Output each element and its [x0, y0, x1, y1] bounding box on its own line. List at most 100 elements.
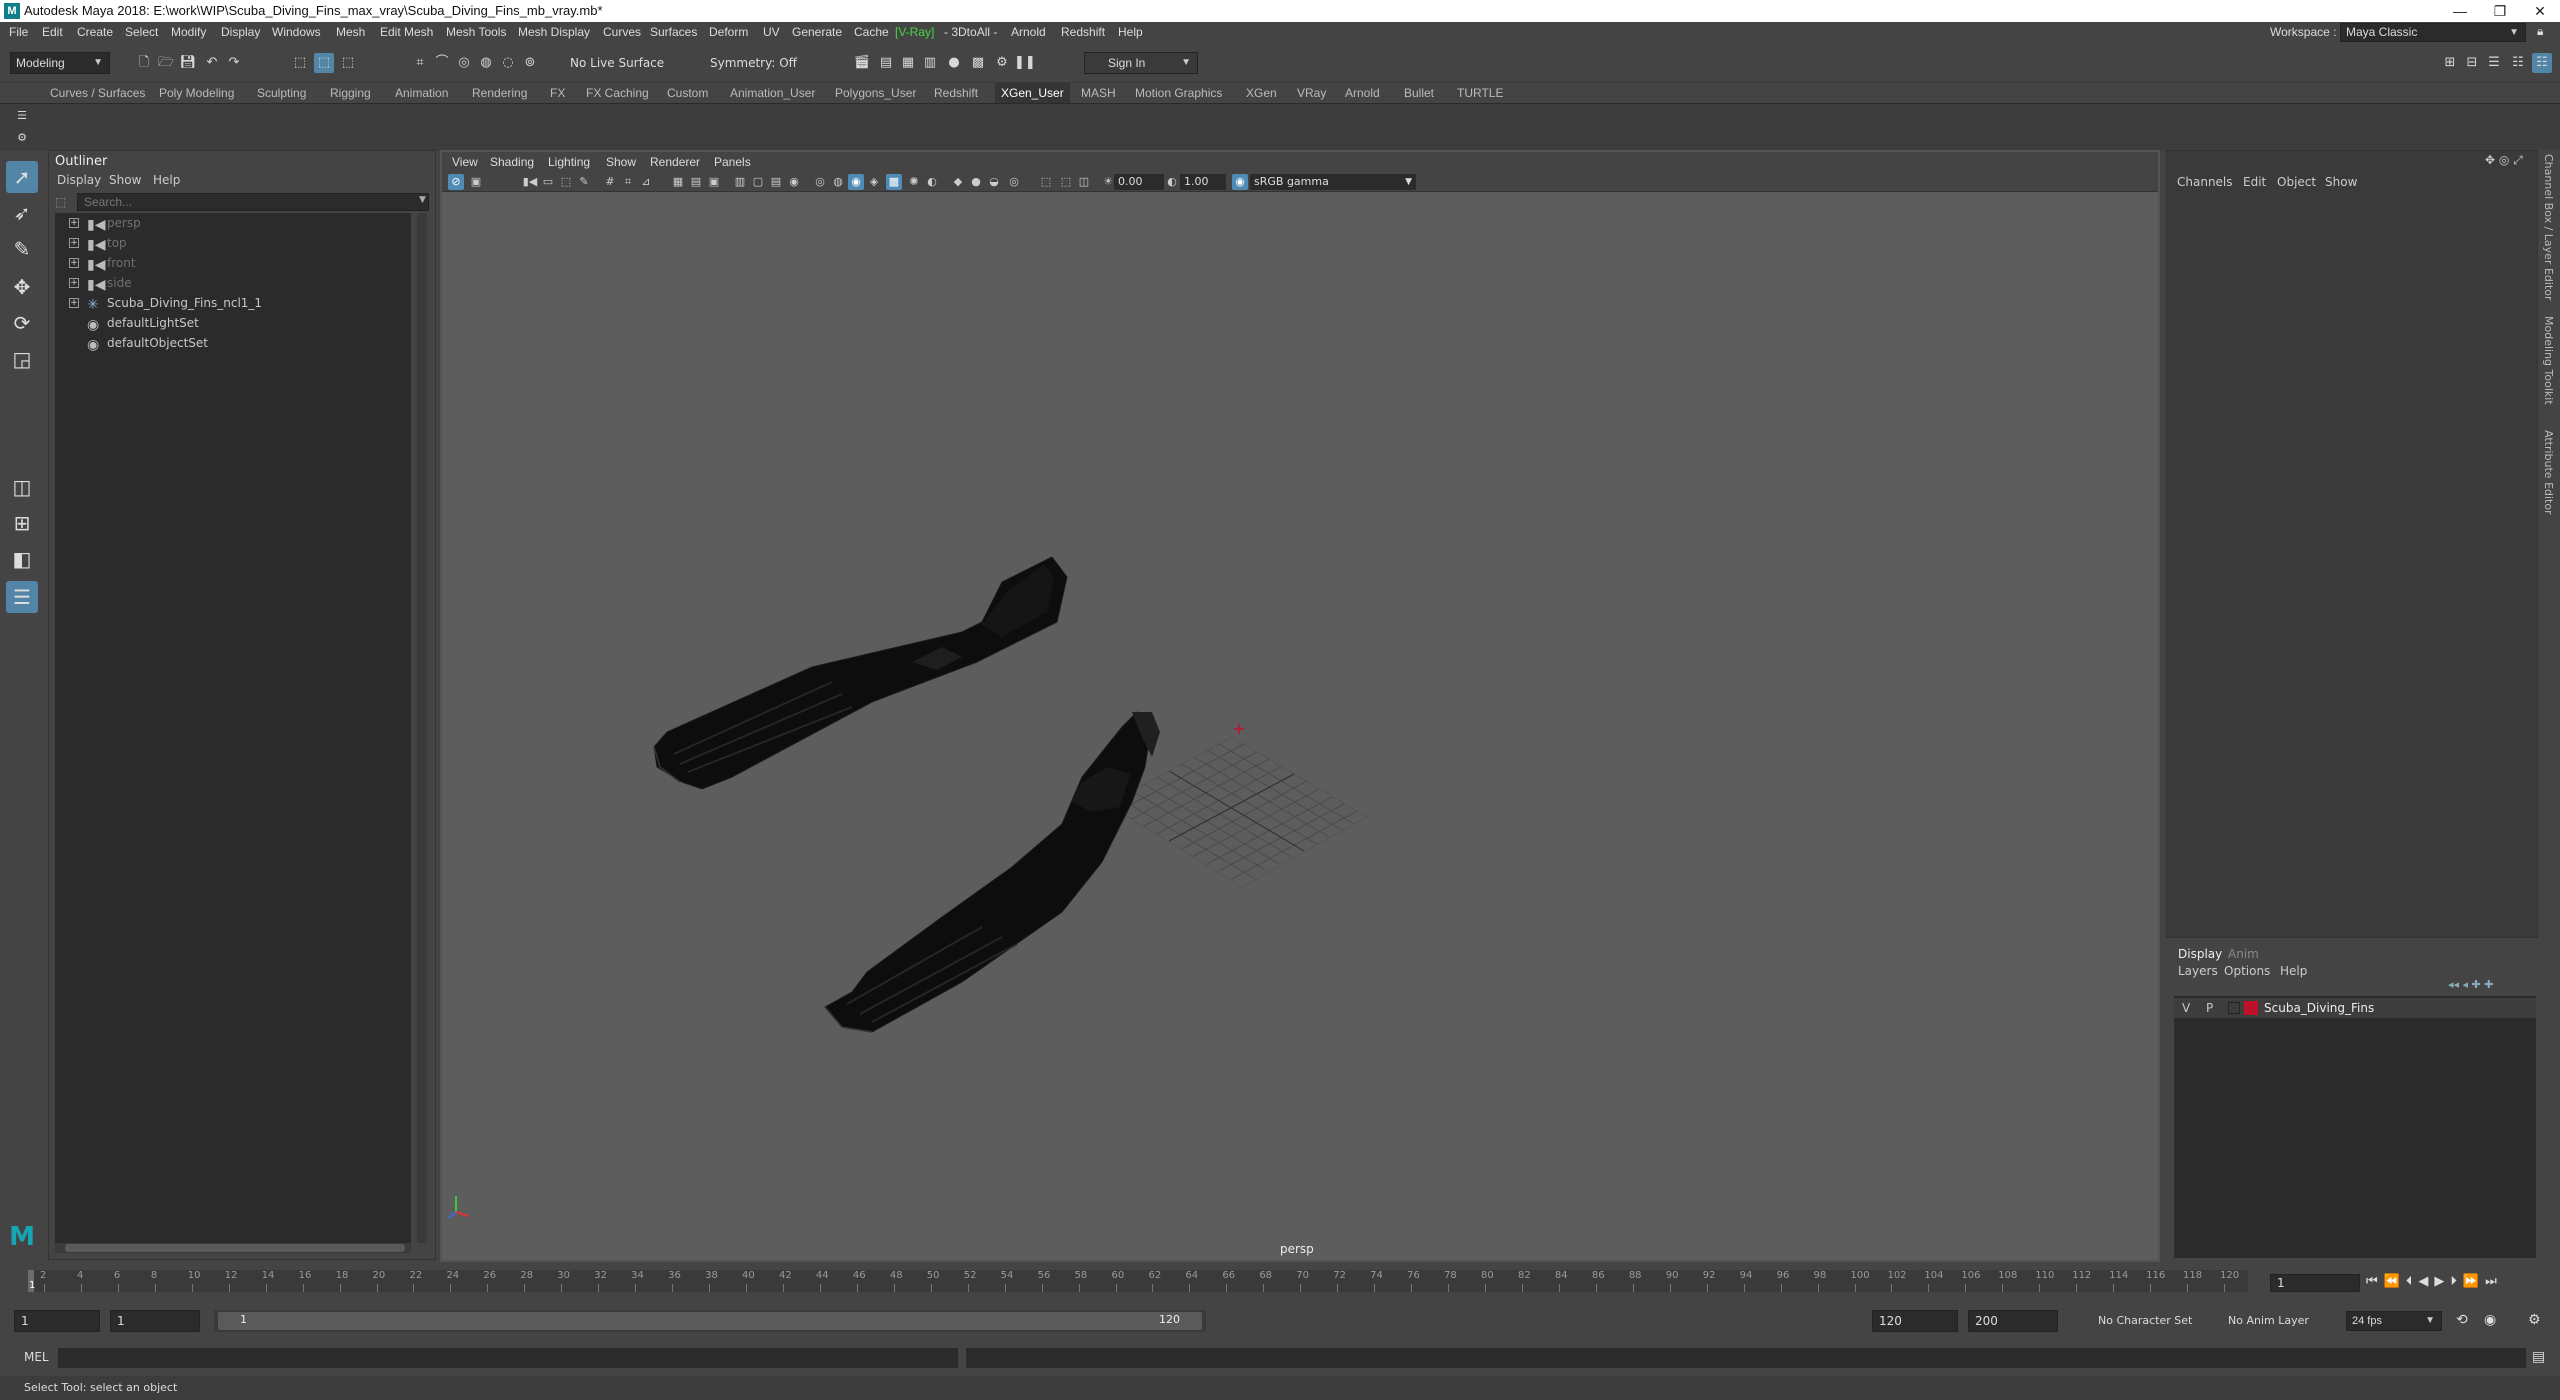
viewport-menu-show[interactable]: Show	[606, 155, 636, 169]
channel-box-tools-icon[interactable]: ✥ ◎ ⤢	[2485, 153, 2523, 168]
time-slider[interactable]: 1 2 4 6 8 10 12 14 16 18 20 22 24 26 28 30 32 34 36 38 40 42…	[0, 1262, 2560, 1302]
loop-icon[interactable]: ⟲	[2456, 1312, 2468, 1328]
layer-row[interactable]: V P Scuba_Diving_Fins	[2174, 998, 2536, 1018]
shelf-tab-fx-caching[interactable]: FX Caching	[586, 86, 649, 100]
fps-dropdown[interactable]: 24 fps ▼	[2346, 1311, 2442, 1331]
shelf-tab-sculpting[interactable]: Sculpting	[257, 86, 306, 100]
depth-of-field-icon[interactable]: ◎	[1006, 174, 1022, 190]
layer-type-toggle[interactable]	[2228, 1002, 2240, 1014]
shelf-tab-animation-user[interactable]: Animation_User	[730, 86, 815, 100]
chevron-down-icon[interactable]: ▼	[419, 195, 426, 205]
image-plane-icon[interactable]: ▭	[540, 174, 556, 190]
shelf-tab-mash[interactable]: MASH	[1081, 86, 1116, 100]
step-forward-key-icon[interactable]: ⏩	[2463, 1274, 2485, 1289]
use-lights-icon[interactable]: ▢	[750, 174, 766, 190]
channels-menu-channels[interactable]: Channels	[2177, 175, 2233, 189]
scale-tool-icon[interactable]: ◲	[6, 343, 38, 375]
viewport-menu-lighting[interactable]: Lighting	[548, 155, 590, 169]
grease-pencil-icon[interactable]: ✎	[576, 174, 592, 190]
shelf-tab-redshift[interactable]: Redshift	[934, 86, 978, 100]
menu-select[interactable]: Select	[125, 25, 158, 39]
channel-box-icon[interactable]: ☷	[2508, 53, 2528, 73]
paint-select-tool-icon[interactable]: ✎	[6, 233, 38, 265]
menu-vray[interactable]: [V-Ray]	[895, 25, 934, 39]
viewport-menu-panels[interactable]: Panels	[714, 155, 751, 169]
shelf-tab-curves-surfaces[interactable]: Curves / Surfaces	[50, 86, 145, 100]
wireframe-on-shaded-icon[interactable]: ▣	[706, 174, 722, 190]
xray-active-icon[interactable]: ⬚	[1058, 174, 1074, 190]
layer-color-swatch[interactable]	[2244, 1001, 2258, 1015]
play-back-icon[interactable]: ◀	[2418, 1274, 2434, 1289]
outliner-vertical-scrollbar[interactable]	[417, 213, 427, 1243]
outliner-item-top[interactable]: + ▮◀ top	[55, 233, 411, 253]
snap-point-icon[interactable]: ◎	[454, 53, 474, 73]
menu-help[interactable]: Help	[1118, 25, 1143, 39]
menu-arnold[interactable]: Arnold	[1011, 25, 1046, 39]
new-scene-icon[interactable]: 🗋	[134, 53, 154, 73]
outliner-item-side[interactable]: + ▮◀ side	[55, 273, 411, 293]
close-icon[interactable]: ✕	[2520, 0, 2560, 22]
outliner-item-front[interactable]: + ▮◀ front	[55, 253, 411, 273]
single-perspective-layout-icon[interactable]: ◫	[6, 471, 38, 503]
viewport-menu-shading[interactable]: Shading	[490, 155, 534, 169]
shelf-tab-turtle[interactable]: TURTLE	[1457, 86, 1503, 100]
time-ruler[interactable]: 1 2 4 6 8 10 12 14 16 18 20 22 24 26 28 30 32 34 36 38 40 42…	[28, 1270, 2248, 1292]
outliner-item-scuba-fins[interactable]: + ✳ Scuba_Diving_Fins_ncl1_1	[55, 293, 411, 313]
menu-deform[interactable]: Deform	[709, 25, 748, 39]
save-scene-icon[interactable]: 💾︎	[178, 53, 198, 73]
motion-blur-icon[interactable]: ●	[968, 174, 984, 190]
lock-icon[interactable]: 🔒︎	[2537, 24, 2543, 39]
anim-prefs-icon[interactable]: ⚙︎	[2528, 1312, 2541, 1328]
xray-joints-icon[interactable]: ◍	[830, 174, 846, 190]
ipr-render-icon[interactable]: ▦	[898, 53, 918, 73]
isolate-select-icon[interactable]: ◉	[786, 174, 802, 190]
shelf-tab-custom[interactable]: Custom	[667, 86, 708, 100]
shelf-tab-motion-graphics[interactable]: Motion Graphics	[1135, 86, 1222, 100]
default-lighting-icon[interactable]: ✺	[906, 174, 922, 190]
search-options-icon[interactable]: ⬚	[55, 195, 66, 209]
xray-icon[interactable]: ◎	[812, 174, 828, 190]
modeling-toolkit-icon[interactable]: ⊞	[2440, 53, 2460, 73]
layer-buttons-icon[interactable]: ◂◂ ◂ ✚ ✚	[2448, 978, 2494, 991]
shelf-settings-icon[interactable]: ⚙︎	[12, 128, 32, 148]
menu-3dtoall[interactable]: - 3DtoAll -	[944, 25, 997, 39]
tab-display[interactable]: Display	[2174, 946, 2226, 962]
anim-layer-dropdown[interactable]: No Anim Layer	[2228, 1314, 2309, 1327]
shelf-tab-animation[interactable]: Animation	[395, 86, 448, 100]
shelf-tab-poly-modeling[interactable]: Poly Modeling	[159, 86, 234, 100]
move-tool-icon[interactable]: ✥	[6, 271, 38, 303]
shelf-tab-xgen[interactable]: XGen	[1246, 86, 1277, 100]
auto-key-icon[interactable]: ◉	[2484, 1312, 2496, 1328]
menu-file[interactable]: File	[9, 25, 28, 39]
command-language-label[interactable]: MEL	[24, 1350, 49, 1364]
four-view-layout-icon[interactable]: ⊞	[6, 507, 38, 539]
outliner-item-persp[interactable]: + ▮◀ persp	[55, 213, 411, 233]
gamma-icon[interactable]: ◐	[1164, 174, 1180, 190]
menu-create[interactable]: Create	[77, 25, 113, 39]
menu-curves[interactable]: Curves	[603, 25, 641, 39]
isolate-icon[interactable]: ⬚	[1038, 174, 1054, 190]
rotate-tool-icon[interactable]: ⟳	[6, 307, 38, 339]
go-to-start-icon[interactable]: ⏮	[2366, 1274, 2384, 1289]
color-management-icon[interactable]: ◉	[1232, 174, 1248, 190]
menu-mesh-display[interactable]: Mesh Display	[518, 25, 590, 39]
gamma-field[interactable]: 1.00	[1180, 174, 1226, 190]
live-surface-label[interactable]: No Live Surface	[570, 56, 664, 70]
expand-icon[interactable]: +	[69, 218, 79, 228]
shelf-tab-fx[interactable]: FX	[550, 86, 565, 100]
snap-curve-icon[interactable]: ⌒	[432, 53, 452, 73]
side-tab-modeling-toolkit[interactable]: Modeling Toolkit	[2542, 316, 2555, 405]
side-tab-channel-box[interactable]: Channel Box / Layer Editor	[2542, 154, 2555, 301]
menu-uv[interactable]: UV	[763, 25, 780, 39]
viewport-menu-renderer[interactable]: Renderer	[650, 155, 700, 169]
snap-view-plane-icon[interactable]: ◌	[498, 53, 518, 73]
menu-display[interactable]: Display	[221, 25, 260, 39]
shelf-tab-xgen-user[interactable]: XGen_User	[995, 83, 1070, 103]
character-set-dropdown[interactable]: No Character Set	[2098, 1314, 2192, 1327]
menu-edit[interactable]: Edit	[42, 25, 63, 39]
shelf-tab-rigging[interactable]: Rigging	[330, 86, 371, 100]
play-forward-icon[interactable]: ▶	[2434, 1274, 2450, 1289]
step-back-icon[interactable]: ⏴	[2406, 1274, 2419, 1289]
vray-settings-icon[interactable]: ⚙︎	[992, 53, 1012, 73]
command-input[interactable]	[58, 1348, 958, 1368]
